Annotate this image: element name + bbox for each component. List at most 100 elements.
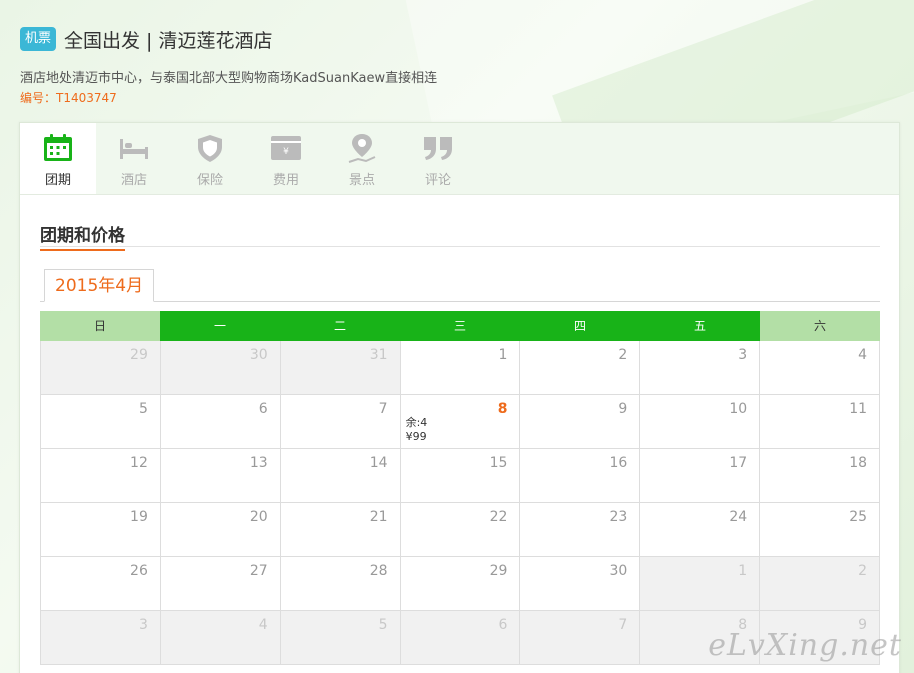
- calendar-day: 1: [400, 341, 521, 395]
- day-number: 5: [378, 617, 388, 633]
- calendar-day: 23: [520, 503, 641, 557]
- tab-label: 费用: [272, 173, 299, 188]
- calendar-day: 19: [41, 503, 161, 557]
- tab-label: 评论: [424, 173, 451, 188]
- title-row: 机票 全国出发 | 清迈莲花酒店: [20, 26, 880, 52]
- tab-label: 保险: [196, 173, 223, 188]
- calendar-day: 4: [160, 611, 281, 665]
- calendar-day: 18: [760, 449, 881, 503]
- calendar: 日 一 二 三 四 五 六 29 30 31 1 2 3 4 5 6 7 8 余:4 ¥99 9 10 11 1…: [40, 311, 881, 665]
- day-number: 4: [258, 617, 268, 633]
- divider: [40, 246, 880, 247]
- day-number: 13: [249, 455, 268, 471]
- day-number: 10: [729, 401, 748, 417]
- calendar-day: 15: [400, 449, 521, 503]
- day-number: 29: [489, 563, 508, 579]
- month-tab[interactable]: 2015年4月: [44, 269, 155, 302]
- calendar-day: 16: [520, 449, 641, 503]
- day-number: 7: [378, 401, 388, 417]
- calendar-day: 30: [160, 341, 281, 395]
- calendar-day: 9: [520, 395, 641, 449]
- product-code: 编号：T1403747: [20, 91, 117, 105]
- calendar-day: 21: [280, 503, 401, 557]
- tab-insurance[interactable]: 保险: [172, 123, 248, 194]
- day-number: 21: [369, 509, 388, 525]
- remaining-seats: 余:4: [405, 416, 428, 429]
- tab-label: 景点: [348, 173, 375, 188]
- calendar-day: 13: [160, 449, 281, 503]
- weekday-header: 日 一 二 三 四 五 六: [40, 311, 880, 341]
- day-number: 28: [369, 563, 388, 579]
- day-number: 17: [729, 455, 748, 471]
- calendar-day: 26: [41, 557, 161, 611]
- day-number: 19: [130, 509, 148, 525]
- wallet-icon: ¥: [271, 136, 301, 160]
- day-number: 23: [609, 509, 628, 525]
- calendar-day: 30: [520, 557, 641, 611]
- day-number: 1: [738, 563, 748, 579]
- tab-hotel[interactable]: 酒店: [96, 123, 172, 194]
- day-number: 24: [729, 509, 748, 525]
- shield-icon: [198, 135, 222, 162]
- calendar-day: 3: [41, 611, 161, 665]
- calendar-day: 14: [280, 449, 401, 503]
- calendar-week-row: 5 6 7 8 余:4 ¥99 9 10 11: [41, 395, 881, 449]
- day-number: 31: [369, 347, 388, 363]
- calendar-day: 2: [760, 557, 881, 611]
- weekday-label: 三: [400, 311, 520, 341]
- day-number: 25: [849, 509, 868, 525]
- day-number: 8: [497, 401, 508, 417]
- calendar-week-row: 19 20 21 22 23 24 25: [41, 503, 881, 557]
- day-number: 15: [489, 455, 508, 471]
- day-number: 11: [849, 401, 868, 417]
- calendar-day: 6: [400, 611, 521, 665]
- watermark: eLvXing.net: [708, 628, 902, 663]
- calendar-day: 22: [400, 503, 521, 557]
- weekday-label: 五: [640, 311, 760, 341]
- calendar-day: 5: [280, 611, 401, 665]
- tab-bar: 团期 酒店 保险 ¥ 费用 景点 评论: [20, 123, 899, 195]
- day-number: 27: [249, 563, 268, 579]
- calendar-day-available[interactable]: 8 余:4 ¥99: [400, 395, 521, 449]
- calendar-day: 20: [160, 503, 281, 557]
- day-number: 5: [138, 401, 148, 417]
- calendar-day: 6: [160, 395, 281, 449]
- calendar-week-row: 12 13 14 15 16 17 18: [41, 449, 881, 503]
- calendar-day: 31: [280, 341, 401, 395]
- calendar-day: 29: [400, 557, 521, 611]
- weekday-label: 四: [520, 311, 640, 341]
- calendar-day: 3: [640, 341, 761, 395]
- weekday-label: 日: [40, 311, 160, 341]
- calendar-day: 1: [640, 557, 761, 611]
- day-number: 3: [138, 617, 148, 633]
- map-pin-icon: [348, 134, 376, 163]
- day-number: 2: [618, 347, 628, 363]
- calendar-day: 10: [640, 395, 761, 449]
- quote-icon: [424, 137, 452, 160]
- availability-info: 余:4 ¥99: [406, 416, 428, 444]
- divider: [40, 301, 880, 302]
- tab-label: 团期: [44, 173, 71, 188]
- day-number: 9: [618, 401, 628, 417]
- price: ¥99: [405, 430, 427, 443]
- calendar-day: 25: [760, 503, 881, 557]
- day-number: 1: [498, 347, 508, 363]
- tab-attractions[interactable]: 景点: [324, 123, 400, 194]
- flight-badge: 机票: [20, 27, 57, 51]
- calendar-day: 4: [760, 341, 881, 395]
- hotel-description: 酒店地处清迈市中心，与泰国北部大型购物商场KadSuanKaew直接相连: [20, 71, 438, 86]
- tab-schedule[interactable]: 团期: [20, 123, 96, 194]
- day-number: 16: [609, 455, 628, 471]
- calendar-day: 5: [41, 395, 161, 449]
- svg-text:¥: ¥: [283, 147, 289, 157]
- detail-panel: 团期 酒店 保险 ¥ 费用 景点 评论 团期和价格 2015年4月 日 一 二 …: [19, 122, 900, 673]
- tab-fees[interactable]: ¥ 费用: [248, 123, 324, 194]
- tab-reviews[interactable]: 评论: [400, 123, 476, 194]
- calendar-day: 28: [280, 557, 401, 611]
- weekday-label: 一: [160, 311, 280, 341]
- day-number: 4: [858, 347, 868, 363]
- calendar-week-row: 26 27 28 29 30 1 2: [41, 557, 881, 611]
- calendar-icon: [44, 134, 72, 161]
- day-number: 26: [130, 563, 148, 579]
- day-number: 2: [858, 563, 868, 579]
